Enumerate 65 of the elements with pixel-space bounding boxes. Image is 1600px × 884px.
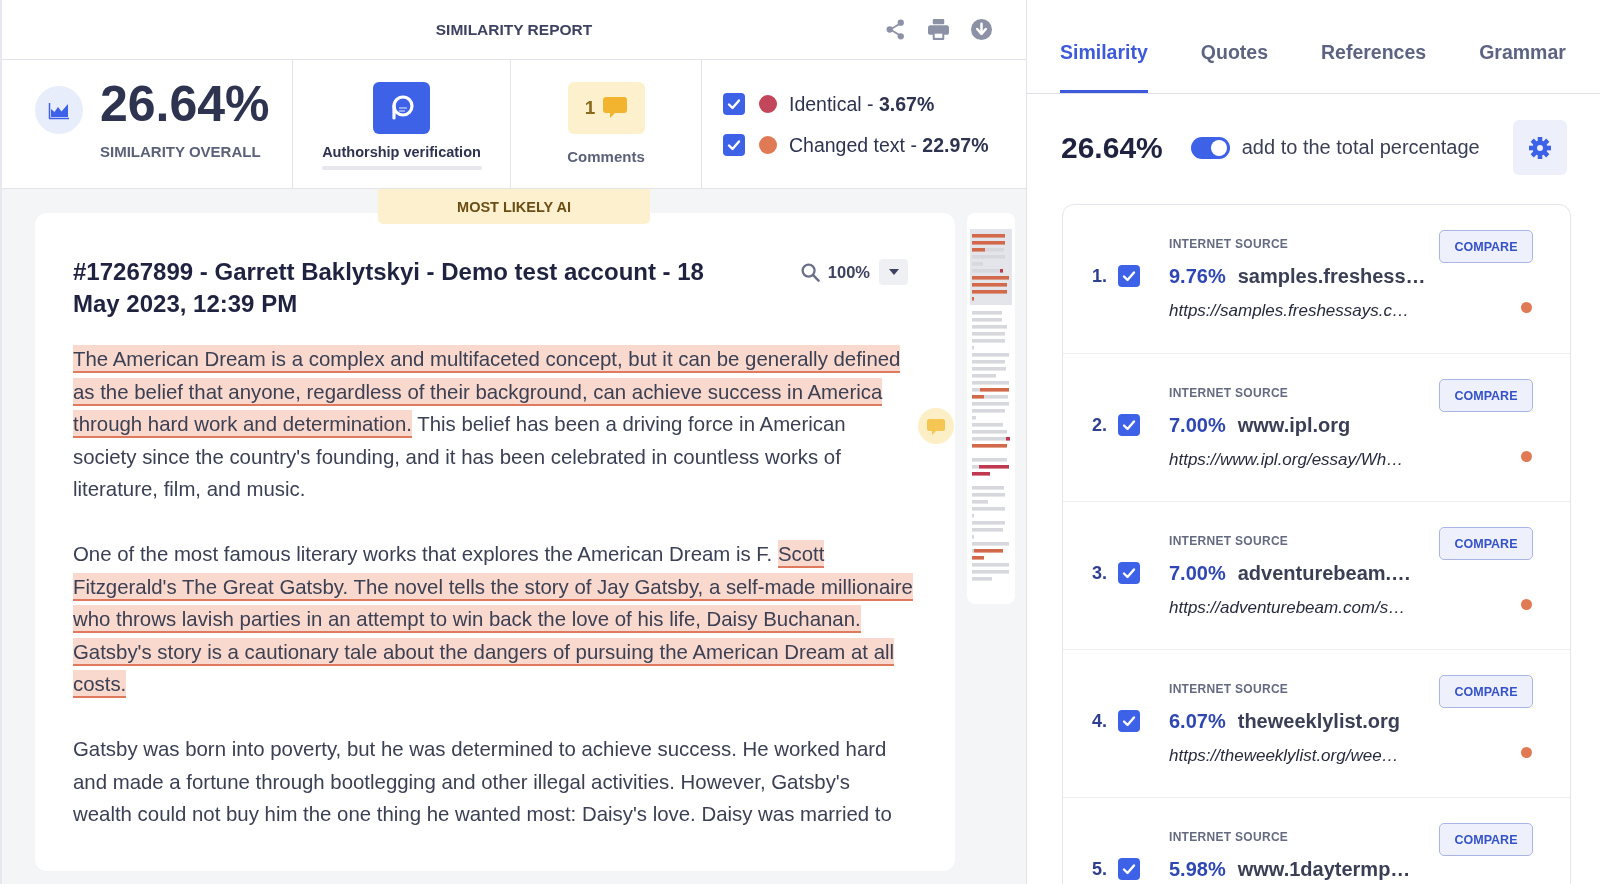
compare-button[interactable]: COMPARE xyxy=(1439,823,1533,856)
tab[interactable]: Grammar xyxy=(1479,0,1566,93)
tab[interactable]: Similarity xyxy=(1060,0,1148,93)
source-number: 5. xyxy=(1092,858,1108,880)
comments-label: Comments xyxy=(567,148,645,166)
paragraph-text: One of the most famous literary works that explores the American Dream is F. Scott Fitzgerald's The Great Gatsby. The novel tells the story of Jay Gatsby, a self-made millionaire who throws lavish parties in an attempt to win back the love of his life, Daisy Buchanan. Gatsby's story is a cautionary tale about the dangers of pursuing the American Dream at all costs. xyxy=(73,538,913,701)
source-domain: theweeklylist.org xyxy=(1237,709,1400,733)
authorship-label: Authorship verification xyxy=(322,143,481,161)
paragraph-text: Gatsby was born into poverty, but he was determined to achieve success. He worked hard and made a fortune through bootlegging and other illegal activities. However, Gatsby's wealth could not buy him the one thing he wanted most: Daisy's love. Daisy was married to xyxy=(73,737,893,827)
similarity-percentage: 26.64% xyxy=(1061,130,1163,165)
source-type-label: INTERNET SOURCE xyxy=(1169,533,1290,548)
checkbox[interactable] xyxy=(723,93,745,115)
compare-button[interactable]: COMPARE xyxy=(1439,379,1533,412)
source-number: 2. xyxy=(1092,414,1108,436)
compare-button[interactable]: COMPARE xyxy=(1439,527,1533,560)
settings-icon xyxy=(1529,136,1551,159)
source-number: 1. xyxy=(1092,265,1108,287)
source-type-label: INTERNET SOURCE xyxy=(1169,236,1290,251)
compare-button[interactable]: COMPARE xyxy=(1439,230,1533,263)
print-icon[interactable] xyxy=(928,19,949,40)
legend-label: Identical - 3.67% xyxy=(789,92,935,116)
source-domain: www.ipl.org xyxy=(1237,413,1351,437)
source-type-label: INTERNET SOURCE xyxy=(1169,829,1290,844)
toggle-switch[interactable] xyxy=(1190,136,1230,159)
source-percentage: 7.00% xyxy=(1169,413,1226,437)
source-number: 3. xyxy=(1092,562,1108,584)
zoom-level: 100% xyxy=(827,262,870,282)
source-percentage: 7.00% xyxy=(1169,561,1226,585)
search-icon[interactable] xyxy=(800,262,820,282)
similarity-label: SIMILARITY OVERALL xyxy=(100,143,261,161)
comments-button[interactable]: 1 xyxy=(567,82,645,134)
chart-icon xyxy=(35,86,83,134)
similarity-percentage: 26.64% xyxy=(100,79,270,129)
compare-button[interactable]: COMPARE xyxy=(1439,675,1533,708)
speech-bubble-icon xyxy=(603,97,628,119)
ai-verdict-label: MOST LIKELY AI xyxy=(378,189,650,224)
source-percentage: 9.76% xyxy=(1169,264,1226,288)
checkbox[interactable] xyxy=(1118,414,1140,436)
legend-label: Changed text - 22.97% xyxy=(789,133,989,157)
caret-icon xyxy=(888,269,899,275)
logo-icon[interactable] xyxy=(373,82,430,134)
source-type-label: INTERNET SOURCE xyxy=(1169,385,1290,400)
download-icon[interactable] xyxy=(971,19,992,40)
document-minimap[interactable] xyxy=(967,213,1015,604)
tab[interactable]: Quotes xyxy=(1200,0,1268,93)
settings-button[interactable] xyxy=(1513,120,1567,175)
source-number: 4. xyxy=(1092,710,1108,732)
source-domain: samples.freshess… xyxy=(1237,264,1426,288)
checkbox[interactable] xyxy=(1118,710,1140,732)
checkbox[interactable] xyxy=(1118,562,1140,584)
source-percentage: 5.98% xyxy=(1169,857,1226,881)
share-icon[interactable] xyxy=(885,19,906,40)
document-title: #17267899 - Garrett Baklytskyi - Demo test account - 18 May 2023, 12:39 PM xyxy=(73,257,705,319)
zoom-dropdown[interactable] xyxy=(879,259,908,285)
checkbox[interactable] xyxy=(1118,858,1140,880)
source-percentage: 6.07% xyxy=(1169,709,1226,733)
checkbox[interactable] xyxy=(1118,265,1140,287)
checkbox[interactable] xyxy=(723,134,745,156)
source-domain: adventurebeam.… xyxy=(1237,561,1412,585)
source-domain: www.1daytermp… xyxy=(1237,857,1411,881)
report-title: SIMILARITY REPORT xyxy=(435,20,593,39)
tab[interactable]: References xyxy=(1321,0,1427,93)
comment-marker-icon[interactable] xyxy=(918,408,954,444)
toggle-label: add to the total percentage xyxy=(1241,136,1480,159)
source-type-label: INTERNET SOURCE xyxy=(1169,681,1290,696)
